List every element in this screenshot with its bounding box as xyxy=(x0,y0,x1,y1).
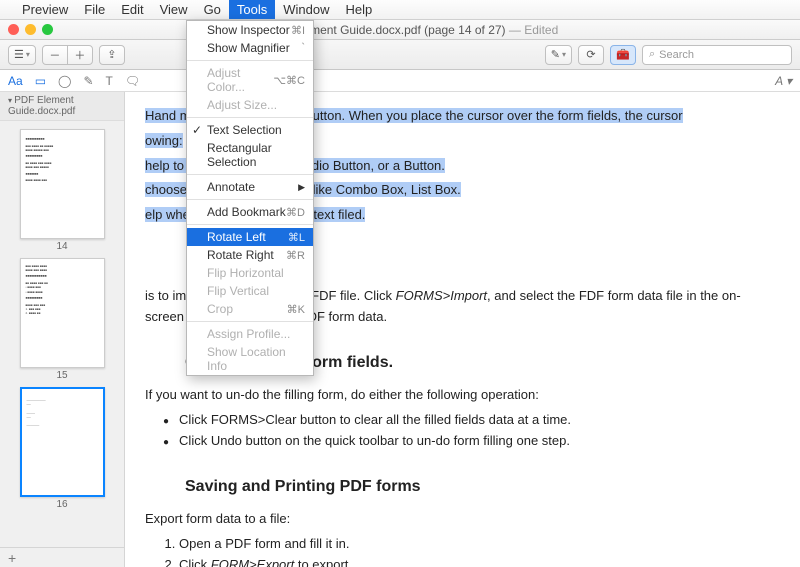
menu-show-inspector[interactable]: Show Inspector⌘I xyxy=(187,21,313,39)
share-icon: ⇪ xyxy=(107,48,116,61)
close-icon[interactable] xyxy=(8,24,19,35)
sign-tool-icon[interactable]: ✎ xyxy=(83,74,93,88)
doc-text: FORMS>Import xyxy=(396,288,487,303)
sidebar-filename[interactable]: PDF Element Guide.docx.pdf xyxy=(0,92,124,121)
menubar: Preview File Edit View Go Tools Window H… xyxy=(0,0,800,20)
font-style-button[interactable]: A ▾ xyxy=(775,74,792,88)
menu-window[interactable]: Window xyxy=(275,0,337,19)
rotate-icon: ⟳ xyxy=(586,48,595,61)
view-mode-button[interactable]: ☰▾ xyxy=(8,45,36,65)
menu-file[interactable]: File xyxy=(76,0,113,19)
menu-tools[interactable]: Tools xyxy=(229,0,275,19)
menu-assign-profile: Assign Profile... xyxy=(187,325,313,343)
menu-rect-selection[interactable]: Rectangular Selection xyxy=(187,139,313,171)
window-titlebar: Element Guide.docx.pdf (page 14 of 27) —… xyxy=(0,20,800,40)
menu-go[interactable]: Go xyxy=(196,0,229,19)
window-title: Element Guide.docx.pdf (page 14 of 27) —… xyxy=(59,23,792,37)
selection-tool-icon[interactable]: ▭ xyxy=(35,74,46,88)
doc-text: If you want to un-do the filling form, d… xyxy=(145,385,760,406)
menu-crop: Crop⌘K xyxy=(187,300,313,318)
page-thumbnail[interactable]: ■■■■■■■■■■■■ ■■■■ ■■ ■■■■■■■■■ ■■■■■ ■■■… xyxy=(20,129,105,239)
zoom-out-button[interactable]: － xyxy=(42,45,68,65)
menu-adjust-color: Adjust Color...⌥⌘C xyxy=(187,64,313,96)
text-insert-tool-icon[interactable]: T xyxy=(106,74,113,88)
sidebar: PDF Element Guide.docx.pdf ■■■■■■■■■■■■ … xyxy=(0,92,125,567)
page-number: 15 xyxy=(20,370,105,381)
menu-show-location: Show Location Info xyxy=(187,343,313,375)
zoom-out-icon: － xyxy=(49,47,60,63)
page-number: 14 xyxy=(20,241,105,252)
list-item: Click FORM>Export to export xyxy=(179,555,760,567)
doc-text: Export form data to a file: xyxy=(145,509,760,530)
markup-toolbar: Aa ▭ ◯ ✎ T 🗨 A ▾ xyxy=(0,70,800,92)
page-number: 16 xyxy=(20,499,105,510)
toolbox-icon: 🧰 xyxy=(616,48,630,61)
menu-flip-vertical: Flip Vertical xyxy=(187,282,313,300)
list-item: Click Undo button on the quick toolbar t… xyxy=(163,431,760,452)
menu-flip-horizontal: Flip Horizontal xyxy=(187,264,313,282)
note-tool-icon[interactable]: 🗨 xyxy=(125,74,140,88)
highlight-button[interactable]: ✎▾ xyxy=(545,45,572,65)
menu-view[interactable]: View xyxy=(152,0,196,19)
share-button[interactable]: ⇪ xyxy=(99,45,125,65)
tools-dropdown: Show Inspector⌘I Show Magnifier` Adjust … xyxy=(186,20,314,376)
list-item: Click FORMS>Clear button to clear all th… xyxy=(163,410,760,431)
zoom-in-button[interactable]: ＋ xyxy=(67,45,93,65)
heading-saving-printing: Saving and Printing PDF forms xyxy=(185,474,760,500)
page-thumbnail[interactable]: ■■■ ■■■■ ■■■■■■■■ ■■■ ■■■■■■■■■■■■■■■■ ■… xyxy=(20,258,105,368)
menu-edit[interactable]: Edit xyxy=(113,0,151,19)
menu-help[interactable]: Help xyxy=(338,0,381,19)
menu-rotate-left[interactable]: Rotate Left⌘L xyxy=(187,228,313,246)
text-tool-icon[interactable]: Aa xyxy=(8,74,23,88)
thumbnail-list[interactable]: ■■■■■■■■■■■■ ■■■■ ■■ ■■■■■■■■■ ■■■■■ ■■■… xyxy=(0,121,124,547)
menu-preview[interactable]: Preview xyxy=(14,0,76,19)
search-field[interactable]: ⌕ Search xyxy=(642,45,792,65)
marker-icon: ✎ xyxy=(551,48,560,61)
rotate-button[interactable]: ⟳ xyxy=(578,45,604,65)
markup-button[interactable]: 🧰 xyxy=(610,45,636,65)
sidebar-icon: ☰ xyxy=(14,48,24,61)
menu-rotate-right[interactable]: Rotate Right⌘R xyxy=(187,246,313,264)
list-item: Open a PDF form and fill it in. xyxy=(179,534,760,555)
menu-show-magnifier[interactable]: Show Magnifier` xyxy=(187,39,313,57)
menu-adjust-size: Adjust Size... xyxy=(187,96,313,114)
menu-add-bookmark[interactable]: Add Bookmark⌘D xyxy=(187,203,313,221)
shapes-tool-icon[interactable]: ◯ xyxy=(58,74,71,88)
menu-annotate[interactable]: Annotate▶ xyxy=(187,178,313,196)
search-placeholder: Search xyxy=(659,49,694,61)
menu-text-selection[interactable]: ✓Text Selection xyxy=(187,121,313,139)
toolbar: ☰▾ － ＋ ⇪ ✎▾ ⟳ 🧰 ⌕ Search xyxy=(0,40,800,70)
page-thumbnail[interactable]: ─────────────────────── xyxy=(20,387,105,497)
search-icon: ⌕ xyxy=(649,48,655,61)
minimize-icon[interactable] xyxy=(25,24,36,35)
add-page-icon[interactable]: + xyxy=(8,550,16,566)
maximize-icon[interactable] xyxy=(42,24,53,35)
zoom-in-icon: ＋ xyxy=(74,47,85,63)
doc-text: owing: xyxy=(145,133,183,148)
